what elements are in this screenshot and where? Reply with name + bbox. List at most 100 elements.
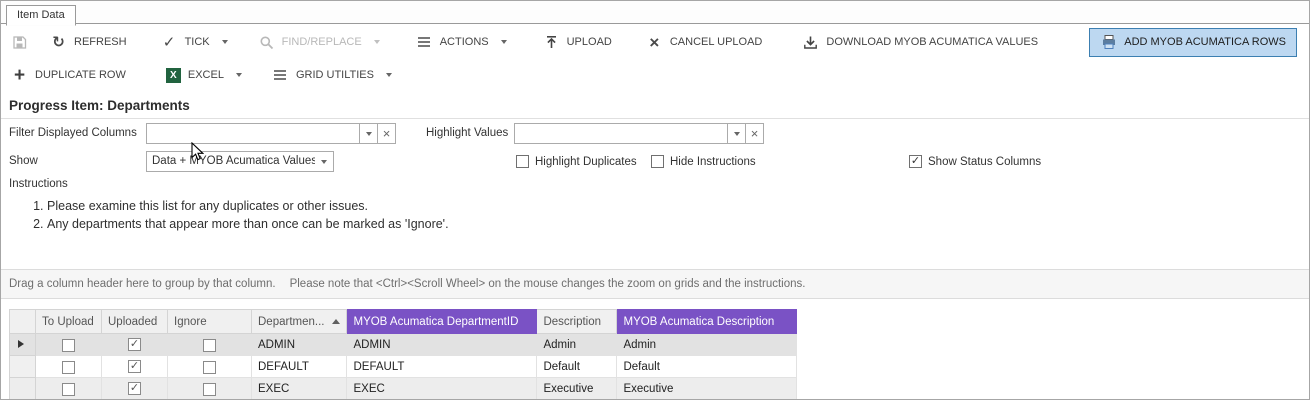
hamburger-icon xyxy=(272,67,289,84)
chevron-down-icon xyxy=(500,40,507,44)
download-icon xyxy=(802,34,819,51)
hamburger-icon xyxy=(416,34,433,51)
col-header-description[interactable]: Description xyxy=(536,309,618,334)
excel-button[interactable]: X EXCEL xyxy=(165,67,242,83)
refresh-button[interactable]: ↻ REFRESH xyxy=(50,34,127,51)
row-indicator-cell xyxy=(9,377,36,399)
refresh-label: REFRESH xyxy=(74,36,127,48)
save-button[interactable] xyxy=(11,34,28,51)
cell-description[interactable]: Default xyxy=(536,355,618,378)
checkbox-box xyxy=(203,383,216,397)
cell-department[interactable]: ADMIN xyxy=(250,333,348,356)
highlight-duplicates-checkbox-label: Highlight Duplicates xyxy=(535,155,637,168)
cell-myob-description[interactable]: Admin xyxy=(616,333,798,356)
cell-myob-description[interactable]: Executive xyxy=(616,377,798,399)
col-header-ignore[interactable]: Ignore xyxy=(167,309,252,334)
download-values-label: DOWNLOAD MYOB ACUMATICA VALUES xyxy=(826,36,1039,48)
cell-myob-departmentid[interactable]: ADMIN xyxy=(346,333,538,356)
cell-ignore[interactable] xyxy=(167,377,252,399)
checkbox-box: ✓ xyxy=(128,338,141,351)
duplicate-row-button[interactable]: + DUPLICATE ROW xyxy=(11,66,126,85)
tab-strip: Item Data xyxy=(1,1,1309,26)
page-title: Progress Item: Departments xyxy=(1,92,1309,119)
cell-myob-departmentid[interactable]: EXEC xyxy=(346,377,538,399)
cell-to-upload[interactable] xyxy=(35,355,102,378)
show-dropdown-button[interactable] xyxy=(315,152,333,171)
grid-row[interactable]: ✓ EXEC EXEC Executive Executive xyxy=(9,377,798,399)
col-header-myob-departmentid[interactable]: MYOB Acumatica DepartmentID xyxy=(346,309,538,334)
instruction-item: Please examine this list for any duplica… xyxy=(47,199,449,213)
grid-header-row: To Upload Uploaded Ignore Departmen... M… xyxy=(9,309,798,334)
actions-button[interactable]: ACTIONS xyxy=(416,34,507,51)
find-replace-button[interactable]: FIND/REPLACE xyxy=(258,34,380,51)
cell-uploaded[interactable]: ✓ xyxy=(101,355,168,378)
show-status-columns-checkbox[interactable]: ✓ Show Status Columns xyxy=(909,151,1041,172)
download-values-button[interactable]: DOWNLOAD MYOB ACUMATICA VALUES xyxy=(802,34,1038,51)
upload-label: UPLOAD xyxy=(566,36,612,48)
toolbar-row-2: + DUPLICATE ROW X EXCEL GRID UTILTIES xyxy=(1,59,1309,91)
checkbox-box xyxy=(62,383,75,397)
chevron-down-icon xyxy=(373,40,380,44)
filter-displayed-columns-combo[interactable]: × xyxy=(146,123,396,144)
col-header-uploaded[interactable]: Uploaded xyxy=(101,309,168,334)
grid-utilities-button[interactable]: GRID UTILTIES xyxy=(272,67,392,84)
instruction-item: Any departments that appear more than on… xyxy=(47,217,449,231)
excel-icon: X xyxy=(165,67,181,83)
highlight-values-clear-button[interactable]: × xyxy=(745,124,763,143)
cell-to-upload[interactable] xyxy=(35,333,102,356)
tick-label: TICK xyxy=(184,36,210,48)
cell-ignore[interactable] xyxy=(167,355,252,378)
cell-uploaded[interactable]: ✓ xyxy=(101,333,168,356)
highlight-values-combo[interactable]: × xyxy=(514,123,764,144)
row-indicator-cell xyxy=(9,333,36,356)
hide-instructions-checkbox[interactable]: Hide Instructions xyxy=(651,151,756,172)
filter-displayed-columns-clear-button[interactable]: × xyxy=(377,124,395,143)
cell-department[interactable]: DEFAULT xyxy=(250,355,348,378)
cell-department[interactable]: EXEC xyxy=(250,377,348,399)
filter-displayed-columns-label: Filter Displayed Columns xyxy=(9,127,137,139)
chevron-down-icon xyxy=(365,131,372,136)
instructions-list: Please examine this list for any duplica… xyxy=(27,199,449,235)
cell-ignore[interactable] xyxy=(167,333,252,356)
cancel-upload-button[interactable]: × CANCEL UPLOAD xyxy=(646,34,763,51)
tick-button[interactable]: ✓ TICK xyxy=(161,34,228,51)
duplicate-row-label: DUPLICATE ROW xyxy=(35,69,126,81)
cell-myob-description[interactable]: Default xyxy=(616,355,798,378)
zoom-hint: Please note that <Ctrl><Scroll Wheel> on… xyxy=(289,278,806,290)
col-header-department[interactable]: Departmen... xyxy=(250,309,348,334)
show-dropdown-value[interactable]: Data + MYOB Acumatica Values xyxy=(147,152,315,171)
excel-label: EXCEL xyxy=(187,69,224,81)
highlight-values-label: Highlight Values xyxy=(426,127,509,139)
cancel-upload-label: CANCEL UPLOAD xyxy=(669,36,763,48)
filter-displayed-columns-dropdown-button[interactable] xyxy=(359,124,377,143)
col-header-to-upload[interactable]: To Upload xyxy=(35,309,102,334)
row-indicator-header xyxy=(9,309,36,334)
cell-myob-departmentid[interactable]: DEFAULT xyxy=(346,355,538,378)
upload-icon xyxy=(543,34,560,51)
show-label: Show xyxy=(9,155,38,167)
group-by-panel[interactable]: Drag a column header here to group by th… xyxy=(1,269,1309,299)
cell-description[interactable]: Admin xyxy=(536,333,618,356)
col-header-myob-description[interactable]: MYOB Acumatica Description xyxy=(616,309,798,334)
mouse-cursor xyxy=(191,141,205,166)
cell-uploaded[interactable]: ✓ xyxy=(101,377,168,399)
chevron-down-icon xyxy=(235,73,242,77)
current-row-indicator-icon xyxy=(18,339,24,348)
show-dropdown[interactable]: Data + MYOB Acumatica Values xyxy=(146,151,334,172)
grid-row[interactable]: ✓ ADMIN ADMIN Admin Admin xyxy=(9,333,798,356)
add-myob-acumatica-rows-button[interactable]: ADD MYOB ACUMATICA ROWS xyxy=(1089,27,1297,57)
cell-description[interactable]: Executive xyxy=(536,377,618,399)
cell-to-upload[interactable] xyxy=(35,377,102,399)
highlight-values-dropdown-button[interactable] xyxy=(727,124,745,143)
chevron-down-icon xyxy=(321,159,327,164)
grid-row[interactable]: ✓ DEFAULT DEFAULT Default Default xyxy=(9,355,798,378)
tick-icon: ✓ xyxy=(162,33,176,51)
highlight-duplicates-checkbox[interactable]: Highlight Duplicates xyxy=(516,151,637,172)
tab-item-data[interactable]: Item Data xyxy=(6,5,76,26)
checkbox-box xyxy=(516,155,529,168)
highlight-values-input[interactable] xyxy=(515,124,727,143)
filter-displayed-columns-input[interactable] xyxy=(147,124,359,143)
grid-utilities-label: GRID UTILTIES xyxy=(295,69,374,81)
hide-instructions-checkbox-label: Hide Instructions xyxy=(670,155,756,168)
upload-button[interactable]: UPLOAD xyxy=(543,34,612,51)
